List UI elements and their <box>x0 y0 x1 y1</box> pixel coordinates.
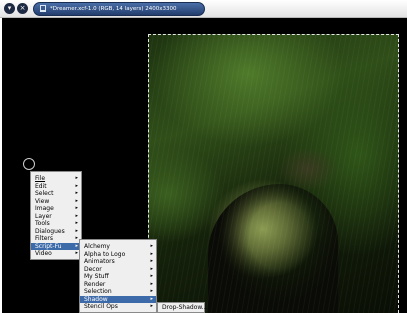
submenu-arrow-icon: ▸ <box>150 273 153 279</box>
menu-item-select[interactable]: Select ▸ <box>31 190 81 198</box>
submenu-arrow-icon: ▸ <box>75 227 78 234</box>
image-context-menu: File ▸ Edit ▸ Select ▸ View ▸ Image ▸ Layer ▸ … <box>30 171 82 260</box>
submenu-arrow-icon: ▸ <box>150 243 153 249</box>
menu-item-dialogues[interactable]: Dialogues ▸ <box>31 228 81 236</box>
submenu-arrow-icon: ▸ <box>75 182 78 189</box>
submenu-arrow-icon: ▸ <box>75 190 78 196</box>
menu-item-animators[interactable]: Animators ▸ <box>80 258 156 266</box>
menu-item-stencil-ops[interactable]: Stencil Ops ▸ <box>80 303 156 311</box>
submenu-arrow-icon: ▸ <box>75 212 78 219</box>
menu-item-layer[interactable]: Layer ▸ <box>31 213 81 221</box>
menu-item-decor[interactable]: Decor ▸ <box>80 266 156 274</box>
window-title-pill: *Dreamer.xcf-1.0 (RGB, 14 layers) 2400x3… <box>33 2 205 16</box>
submenu-arrow-icon: ▸ <box>150 265 153 272</box>
window-titlebar: ▾ × *Dreamer.xcf-1.0 (RGB, 14 layers) 24… <box>0 0 407 18</box>
menu-item-video[interactable]: Video ▸ <box>31 250 81 258</box>
menu-item-view[interactable]: View ▸ <box>31 198 81 206</box>
menu-item-shadow[interactable]: Shadow ▸ <box>80 295 156 303</box>
menu-item-render[interactable]: Render ▸ <box>80 281 156 289</box>
menu-item-drop-shadow[interactable]: Drop-Shadow... <box>158 304 207 312</box>
menu-item-alchemy[interactable]: Alchemy ▸ <box>80 243 156 251</box>
script-fu-submenu: Alchemy ▸ Alpha to Logo ▸ Animators ▸ Decor… <box>79 239 157 313</box>
submenu-arrow-icon: ▸ <box>75 250 78 256</box>
brush-outline-cursor <box>23 158 35 170</box>
submenu-arrow-icon: ▸ <box>75 175 78 181</box>
submenu-arrow-icon: ▸ <box>150 250 153 257</box>
menu-item-alpha-to-logo[interactable]: Alpha to Logo ▸ <box>80 251 156 259</box>
submenu-arrow-icon: ▸ <box>75 242 78 249</box>
selection-marquee <box>148 34 399 313</box>
image-canvas-area[interactable] <box>2 18 407 313</box>
menu-item-script-fu[interactable]: Script-Fu ▸ <box>31 242 81 250</box>
window-menu-button[interactable]: ▾ <box>4 3 15 14</box>
window-close-button[interactable]: × <box>17 3 28 14</box>
menu-item-selection[interactable]: Selection ▸ <box>80 288 156 296</box>
submenu-arrow-icon: ▸ <box>150 258 153 264</box>
submenu-arrow-icon: ▸ <box>150 280 153 287</box>
window-title: *Dreamer.xcf-1.0 (RGB, 14 layers) 2400x3… <box>50 6 177 12</box>
submenu-arrow-icon: ▸ <box>75 205 78 211</box>
menu-item-image[interactable]: Image ▸ <box>31 205 81 213</box>
menu-item-filters[interactable]: Filters ▸ <box>31 235 81 243</box>
menu-item-edit[interactable]: Edit ▸ <box>31 183 81 191</box>
submenu-arrow-icon: ▸ <box>75 235 78 241</box>
submenu-arrow-icon: ▸ <box>75 197 78 204</box>
submenu-arrow-icon: ▸ <box>150 295 153 302</box>
submenu-arrow-icon: ▸ <box>150 303 153 309</box>
submenu-arrow-icon: ▸ <box>75 220 78 226</box>
menu-item-file[interactable]: File ▸ <box>31 175 81 183</box>
submenu-arrow-icon: ▸ <box>150 288 153 294</box>
shadow-submenu: Drop-Shadow... <box>157 302 207 313</box>
image-document-icon <box>40 5 46 12</box>
menu-item-my-stuff[interactable]: My Stuff ▸ <box>80 273 156 281</box>
menu-item-tools[interactable]: Tools ▸ <box>31 220 81 228</box>
